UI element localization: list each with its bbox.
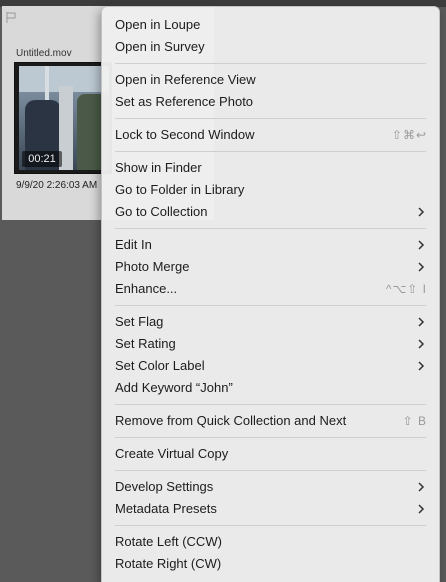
chevron-right-icon xyxy=(418,262,425,272)
context-menu: Open in Loupe Open in Survey Open in Refer… xyxy=(101,6,440,582)
menu-item-rotate-right-cw[interactable]: Rotate Right (CW) xyxy=(102,553,439,575)
menu-item-metadata-presets[interactable]: Metadata Presets xyxy=(102,498,439,520)
menu-item-show-in-finder[interactable]: Show in Finder xyxy=(102,157,439,179)
menu-item-label: Go to Collection xyxy=(115,204,208,219)
menu-item-enhance[interactable]: Enhance... ^⌥⇧ I xyxy=(102,278,439,300)
chevron-right-icon xyxy=(418,317,425,327)
menu-item-label: Set Color Label xyxy=(115,358,205,373)
menu-item-label: Show in Finder xyxy=(115,160,202,175)
menu-item-go-to-collection[interactable]: Go to Collection xyxy=(102,201,439,223)
menu-item-set-flag[interactable]: Set Flag xyxy=(102,311,439,333)
menu-item-open-in-reference-view[interactable]: Open in Reference View xyxy=(102,69,439,91)
menu-item-add-keyword-john[interactable]: Add Keyword “John” xyxy=(102,377,439,399)
menu-item-open-in-loupe[interactable]: Open in Loupe xyxy=(102,14,439,36)
menu-item-label: Set Flag xyxy=(115,314,164,329)
menu-separator xyxy=(102,520,439,531)
chevron-right-icon xyxy=(418,482,425,492)
menu-item-lock-to-second-window[interactable]: Lock to Second Window ⇧⌘↩ xyxy=(102,124,439,146)
menu-item-label: Rotate Left (CCW) xyxy=(115,534,222,549)
keyboard-shortcut: ⇧ B xyxy=(402,414,427,428)
menu-item-label: Set as Reference Photo xyxy=(115,94,254,109)
chevron-right-icon xyxy=(418,240,425,250)
menu-item-label: Rotate Right (CW) xyxy=(115,556,222,571)
menu-item-label: Lock to Second Window xyxy=(115,127,255,142)
menu-item-label: Create Virtual Copy xyxy=(115,446,229,461)
chevron-right-icon xyxy=(418,207,425,217)
menu-item-label: Metadata Presets xyxy=(115,501,217,516)
filename-label: Untitled.mov xyxy=(16,48,72,59)
menu-item-develop-settings[interactable]: Develop Settings xyxy=(102,476,439,498)
menu-item-create-virtual-copy[interactable]: Create Virtual Copy xyxy=(102,443,439,465)
flag-icon[interactable] xyxy=(6,12,17,23)
menu-item-label: Set Rating xyxy=(115,336,176,351)
menu-item-set-rating[interactable]: Set Rating xyxy=(102,333,439,355)
menu-item-remove-from-quick-collection-and-next[interactable]: Remove from Quick Collection and Next ⇧ B xyxy=(102,410,439,432)
keyboard-shortcut: ⇧⌘↩ xyxy=(391,128,427,142)
menu-item-edit-in[interactable]: Edit In xyxy=(102,234,439,256)
menu-item-set-as-reference-photo[interactable]: Set as Reference Photo xyxy=(102,91,439,113)
menu-item-label: Edit In xyxy=(115,237,152,252)
menu-separator xyxy=(102,223,439,234)
menu-item-go-to-folder-in-library[interactable]: Go to Folder in Library xyxy=(102,179,439,201)
menu-separator xyxy=(102,399,439,410)
menu-item-label: Remove from Quick Collection and Next xyxy=(115,413,347,428)
keyboard-shortcut: ^⌥⇧ I xyxy=(385,282,427,296)
menu-item-label: Photo Merge xyxy=(115,259,190,274)
menu-separator xyxy=(102,465,439,476)
capture-date-label: 9/9/20 2:26:03 AM xyxy=(16,180,98,191)
menu-item-label: Open in Survey xyxy=(115,39,205,54)
chevron-right-icon xyxy=(418,339,425,349)
menu-separator xyxy=(102,113,439,124)
menu-item-photo-merge[interactable]: Photo Merge xyxy=(102,256,439,278)
menu-item-label: Open in Loupe xyxy=(115,17,201,32)
menu-item-label: Develop Settings xyxy=(115,479,214,494)
menu-separator xyxy=(102,58,439,69)
chevron-right-icon xyxy=(418,504,425,514)
menu-item-open-in-survey[interactable]: Open in Survey xyxy=(102,36,439,58)
menu-item-set-color-label[interactable]: Set Color Label xyxy=(102,355,439,377)
menu-separator xyxy=(102,300,439,311)
menu-item-label: Enhance... xyxy=(115,281,178,296)
menu-item-label: Go to Folder in Library xyxy=(115,182,245,197)
menu-separator xyxy=(102,146,439,157)
video-duration-badge: 00:21 xyxy=(22,151,62,167)
menu-item-label: Add Keyword “John” xyxy=(115,380,233,395)
menu-separator xyxy=(102,432,439,443)
menu-item-label: Open in Reference View xyxy=(115,72,256,87)
menu-item-rotate-left-ccw[interactable]: Rotate Left (CCW) xyxy=(102,531,439,553)
chevron-right-icon xyxy=(418,361,425,371)
